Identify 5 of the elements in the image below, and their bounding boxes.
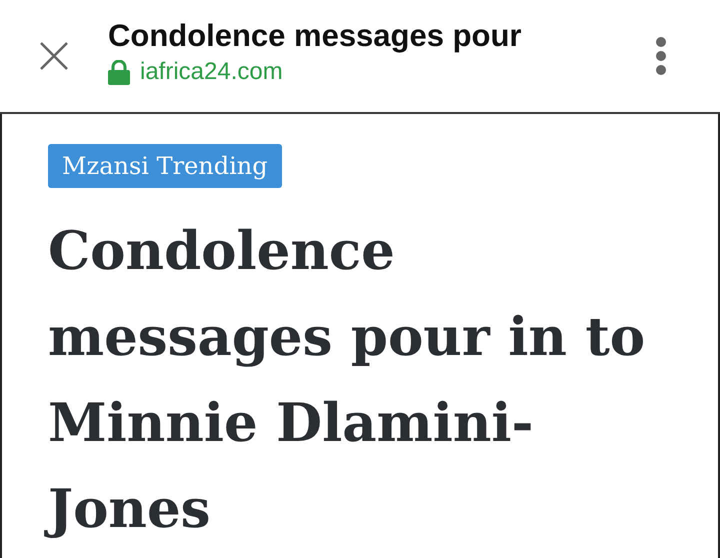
close-icon[interactable] — [39, 41, 69, 71]
page-url: iafrica24.com — [140, 58, 283, 86]
category-tag[interactable]: Mzansi Trending — [48, 144, 282, 188]
menu-icon[interactable] — [655, 37, 667, 75]
page-title: Condolence messages pour — [108, 18, 522, 54]
